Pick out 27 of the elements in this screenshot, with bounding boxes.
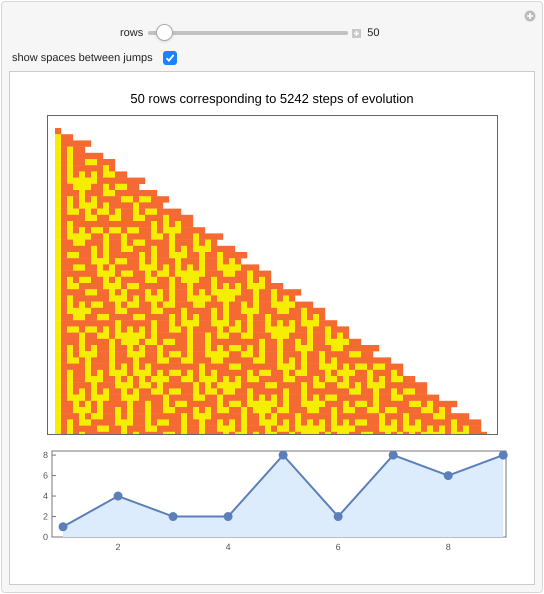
check-icon [164, 53, 175, 63]
x-tick-label: 8 [446, 542, 451, 552]
rows-label: rows [120, 26, 144, 41]
data-point [334, 512, 343, 521]
data-point [224, 512, 233, 521]
rows-value: 50 [367, 26, 380, 41]
y-tick-label: 0 [42, 532, 48, 542]
y-tick-label: 2 [42, 511, 48, 522]
data-point [498, 450, 508, 460]
x-tick-label: 4 [226, 542, 231, 552]
plot-title: 50 rows corresponding to 5242 steps of evolution [130, 90, 414, 108]
y-tick-label: 6 [42, 470, 48, 480]
data-point [168, 512, 178, 521]
data-point [114, 491, 123, 500]
y-tick-label: 8 [42, 450, 48, 460]
rows-slider[interactable] [148, 24, 348, 42]
expand-icon[interactable] [352, 28, 362, 38]
spaces-checkbox[interactable] [162, 51, 177, 65]
data-point [444, 470, 453, 480]
x-tick-label: 2 [116, 542, 121, 552]
add-icon[interactable] [524, 10, 536, 22]
data-point [278, 450, 288, 460]
y-tick-label: 4 [42, 490, 48, 501]
spaces-label: show spaces between jumps [12, 50, 153, 66]
data-point [58, 522, 68, 531]
x-tick-label: 6 [336, 542, 341, 552]
data-point [388, 450, 398, 460]
